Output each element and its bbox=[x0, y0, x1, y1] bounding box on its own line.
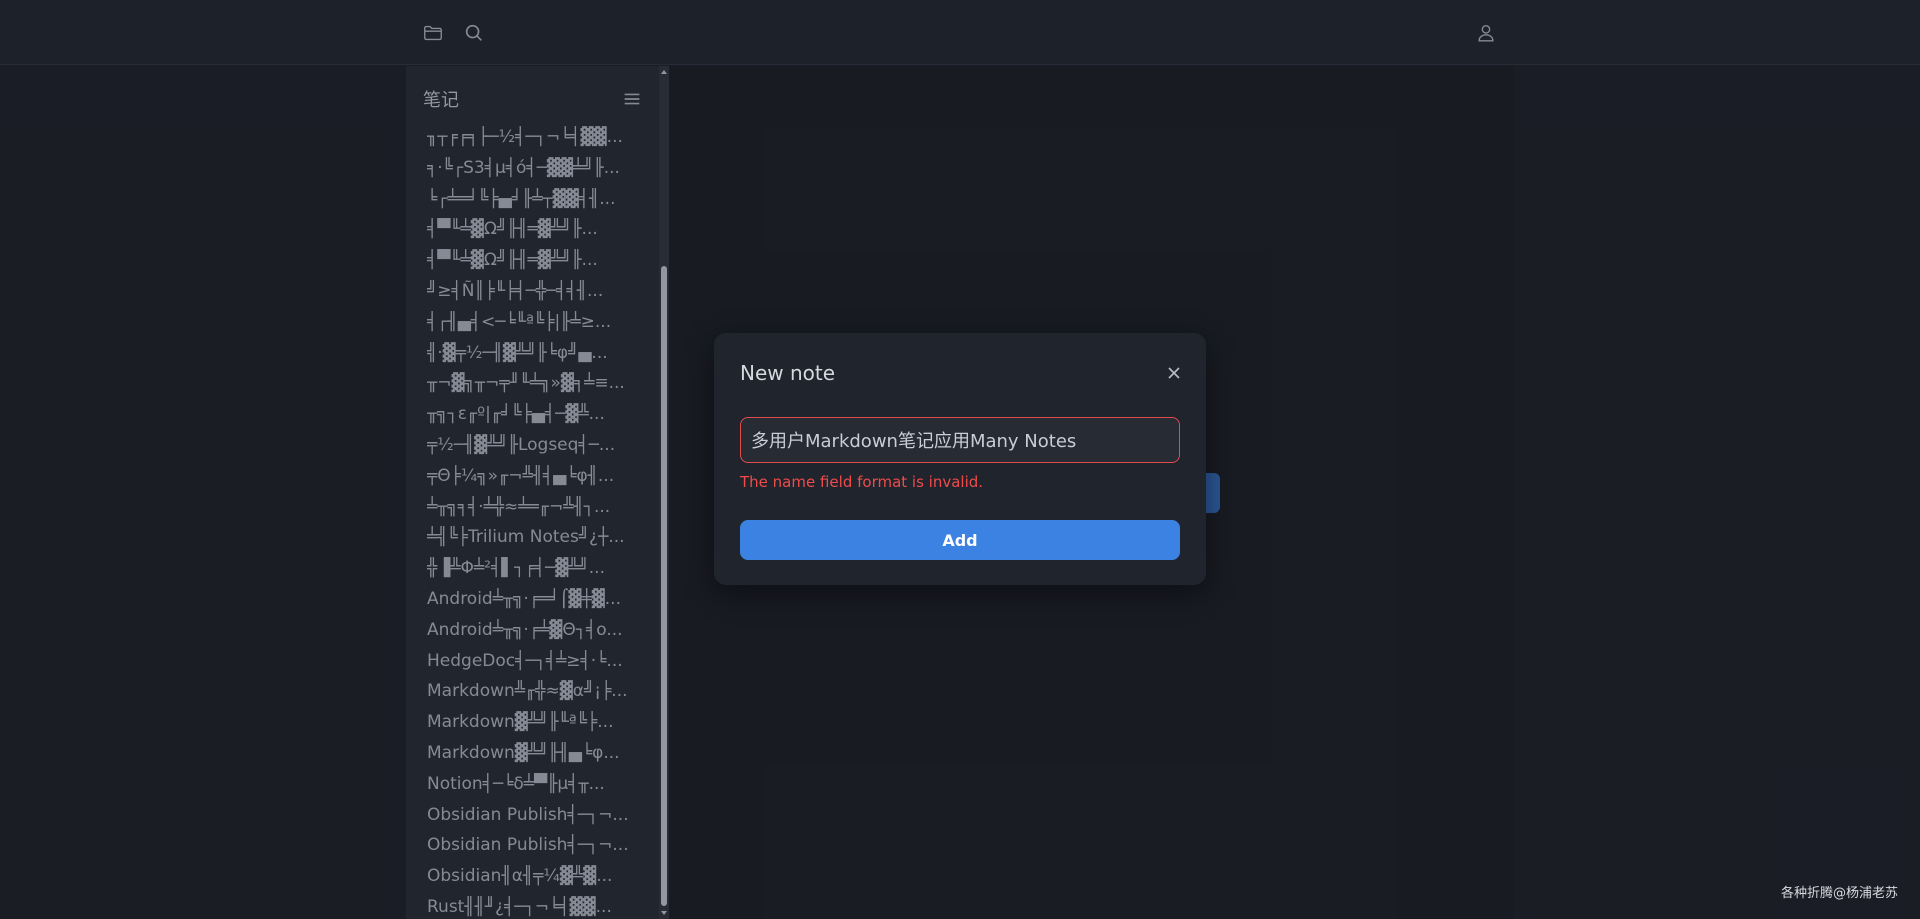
watermark: 各种折腾@杨浦老苏 bbox=[1780, 886, 1898, 901]
close-icon[interactable] bbox=[1164, 363, 1184, 383]
validation-error: The name field format is invalid. bbox=[740, 473, 984, 491]
dialog-title: New note bbox=[740, 361, 836, 385]
add-button[interactable]: Add bbox=[740, 520, 1180, 560]
note-name-input[interactable] bbox=[740, 417, 1180, 463]
new-note-dialog: New note The name field format is invali… bbox=[714, 333, 1206, 585]
